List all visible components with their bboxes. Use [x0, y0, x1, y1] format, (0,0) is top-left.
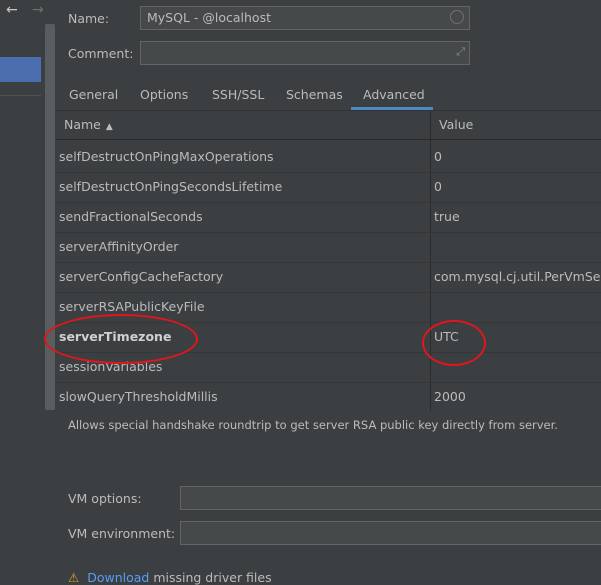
- tab-bar: General Options SSH/SSL Schemas Advanced: [56, 84, 601, 111]
- properties-table: Name ▲ Value selfDestructOnPingMaxOperati…: [56, 111, 601, 411]
- table-row[interactable]: serverAffinityOrder: [56, 232, 601, 263]
- circle-icon[interactable]: [450, 10, 464, 24]
- property-name: serverRSAPublicKeyFile: [59, 299, 205, 314]
- name-value: MySQL - @localhost: [147, 10, 271, 25]
- table-row[interactable]: sendFractionalSeconds true: [56, 202, 601, 233]
- forward-arrow-icon[interactable]: →: [32, 2, 44, 18]
- table-row[interactable]: selfDestructOnPingMaxOperations 0: [56, 142, 601, 173]
- property-name: serverTimezone: [59, 329, 172, 344]
- left-sidebar: ← →: [0, 0, 45, 579]
- vm-options-field[interactable]: [180, 486, 601, 510]
- sidebar-divider: [0, 95, 41, 96]
- table-row[interactable]: serverRSAPublicKeyFile: [56, 292, 601, 323]
- property-name: slowQueryThresholdMillis: [59, 389, 218, 404]
- expand-icon[interactable]: ⤢: [456, 45, 465, 59]
- tab-general[interactable]: General: [69, 84, 118, 110]
- property-name: sendFractionalSeconds: [59, 209, 203, 224]
- table-row[interactable]: selfDestructOnPingSecondsLifetime 0: [56, 172, 601, 203]
- comment-field[interactable]: ⤢: [140, 41, 470, 65]
- comment-label: Comment:: [68, 46, 134, 61]
- property-description: Allows special handshake roundtrip to ge…: [68, 418, 558, 432]
- warning-text: missing driver files: [149, 570, 272, 585]
- sidebar-selected-item[interactable]: [0, 57, 41, 82]
- back-arrow-icon[interactable]: ←: [6, 2, 18, 18]
- vm-options-label: VM options:: [68, 491, 142, 506]
- download-link[interactable]: Download: [87, 570, 149, 585]
- vm-environment-field[interactable]: [180, 521, 601, 545]
- name-label: Name:: [68, 11, 110, 26]
- sort-ascending-icon: ▲: [105, 122, 113, 132]
- missing-driver-warning: ⚠ Download missing driver files: [68, 570, 272, 585]
- column-header-value[interactable]: Value: [439, 111, 473, 139]
- property-value[interactable]: 0: [434, 142, 601, 172]
- column-header-name[interactable]: Name ▲: [64, 111, 113, 139]
- table-row[interactable]: serverConfigCacheFactory com.mysql.cj.ut…: [56, 262, 601, 293]
- vertical-scrollbar[interactable]: [45, 24, 55, 410]
- property-value[interactable]: true: [434, 202, 601, 232]
- property-name: selfDestructOnPingMaxOperations: [59, 149, 274, 164]
- tab-advanced[interactable]: Advanced: [351, 84, 433, 110]
- table-row[interactable]: slowQueryThresholdMillis 2000: [56, 382, 601, 412]
- tab-schemas[interactable]: Schemas: [286, 84, 343, 110]
- property-value[interactable]: 2000: [434, 382, 601, 412]
- table-row[interactable]: serverTimezone UTC: [56, 322, 601, 353]
- warning-icon: ⚠: [68, 570, 80, 585]
- property-value[interactable]: 0: [434, 172, 601, 202]
- tab-ssh-ssl[interactable]: SSH/SSL: [212, 84, 264, 110]
- property-value[interactable]: com.mysql.cj.util.PerVmServe: [434, 262, 601, 292]
- name-field[interactable]: MySQL - @localhost: [140, 6, 470, 30]
- property-name: serverConfigCacheFactory: [59, 269, 224, 284]
- property-name: serverAffinityOrder: [59, 239, 179, 254]
- tab-options[interactable]: Options: [140, 84, 188, 110]
- table-header: Name ▲ Value: [56, 111, 601, 140]
- table-row[interactable]: sessionVariables: [56, 352, 601, 383]
- vm-environment-label: VM environment:: [68, 526, 176, 541]
- property-value[interactable]: UTC: [434, 322, 601, 352]
- property-name: selfDestructOnPingSecondsLifetime: [59, 179, 283, 194]
- property-name: sessionVariables: [59, 359, 163, 374]
